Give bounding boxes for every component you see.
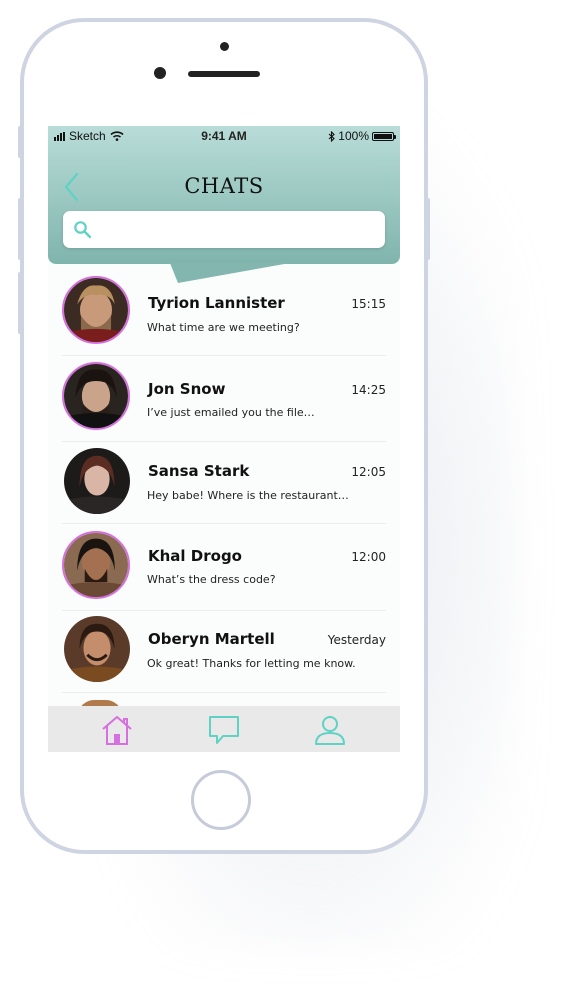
search-icon [74,221,92,239]
contact-name: Khal Drogo [148,547,242,565]
battery-percent: 100% [338,129,369,143]
avatar [62,531,130,599]
chat-row-sansa[interactable]: Sansa Stark 12:05 Hey babe! Where is the… [62,448,386,518]
message-time: 15:15 [351,297,386,311]
avatar-photo [64,448,130,514]
profile-icon[interactable] [313,714,347,746]
earpiece-speaker [188,71,260,77]
message-preview: Ok great! Thanks for letting me know. [147,657,356,670]
volume-down-button [18,272,22,334]
chat-row-drogo[interactable]: Khal Drogo 12:00 What’s the dress code? [62,531,386,607]
chat-row-jon[interactable]: Jon Snow 14:25 I’ve just emailed you the… [62,362,386,438]
avatar [64,448,130,514]
message-time: Yesterday [327,633,386,647]
volume-up-button [18,198,22,260]
contact-name: Sansa Stark [148,462,250,480]
page-title: CHATS [184,174,264,198]
avatar [64,616,130,682]
chat-row-tyrion[interactable]: Tyrion Lannister 15:15 What time are we … [62,276,386,352]
avatar-photo [64,364,128,428]
message-time: 14:25 [351,383,386,397]
avatar-photo [64,533,128,597]
divider [62,441,386,442]
contact-name: Tyrion Lannister [148,294,285,312]
chat-bubble-icon[interactable] [207,714,241,746]
avatar-photo [64,278,128,342]
divider [62,523,386,524]
message-preview: What’s the dress code? [147,573,276,586]
mute-switch [18,126,22,158]
message-preview: Hey babe! Where is the restaurant… [147,489,349,502]
proximity-sensor [220,42,229,51]
avatar-photo [64,616,130,682]
tab-bar [48,706,400,752]
bluetooth-icon [328,130,336,142]
search-bar[interactable] [63,211,385,248]
avatar [62,276,130,344]
divider [62,610,386,611]
chat-row-oberyn[interactable]: Oberyn Martell Yesterday Ok great! Thank… [62,616,386,686]
contact-name: Oberyn Martell [148,630,275,648]
chats-header: Sketch 9:41 AM 100% CHATS [48,126,400,264]
contact-name: Jon Snow [148,380,226,398]
power-button [426,198,430,260]
home-button[interactable] [191,770,251,830]
front-camera [154,67,166,79]
message-preview: What time are we meeting? [147,321,300,334]
message-preview: I’ve just emailed you the file… [147,406,315,419]
battery-icon [372,131,396,141]
search-input[interactable] [103,219,377,241]
home-icon[interactable] [100,714,134,746]
divider [62,355,386,356]
status-bar: Sketch 9:41 AM 100% [48,126,400,146]
avatar [62,362,130,430]
app-screen: Sketch 9:41 AM 100% CHATS Tyrion Lannist… [48,126,400,752]
message-time: 12:00 [351,550,386,564]
message-time: 12:05 [351,465,386,479]
divider [62,692,386,693]
